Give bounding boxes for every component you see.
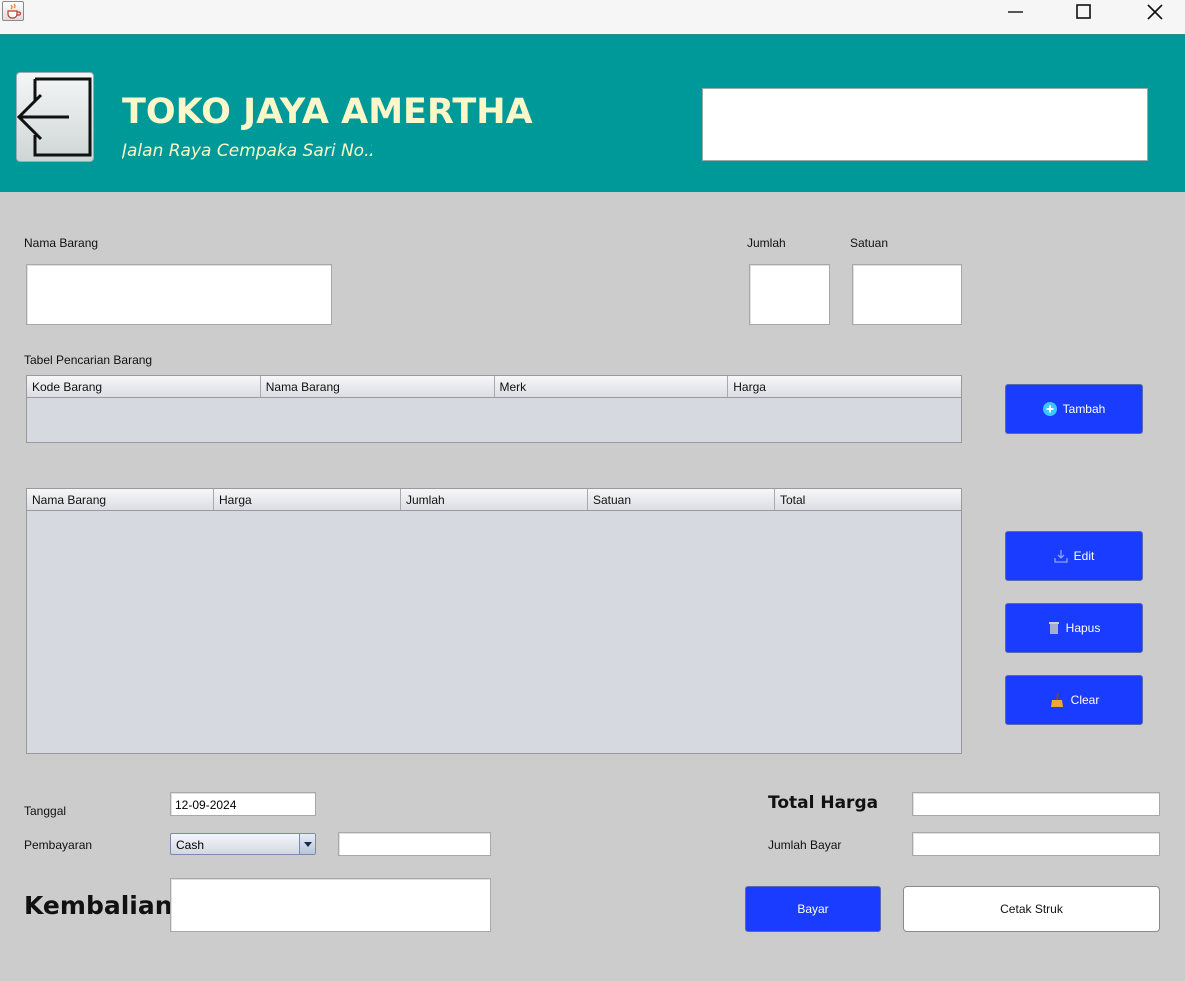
cart-table-header: Nama Barang Harga Jumlah Satuan Total: [27, 489, 961, 511]
broom-icon: [1050, 692, 1063, 707]
tanggal-label: Tanggal: [24, 804, 67, 818]
store-header: TOKO JAYA AMERTHA Jalan Raya Cempaka Sar…: [0, 34, 1185, 192]
store-name: TOKO JAYA AMERTHA: [122, 92, 533, 132]
column-header[interactable]: Satuan: [588, 489, 775, 510]
nama-barang-label: Nama Barang: [24, 236, 99, 250]
close-button[interactable]: [1132, 0, 1178, 24]
clear-button[interactable]: Clear: [1005, 675, 1143, 725]
column-header[interactable]: Kode Barang: [27, 376, 261, 397]
jumlah-bayar-label: Jumlah Bayar: [768, 838, 842, 852]
jumlah-input[interactable]: [749, 264, 830, 325]
nama-barang-input[interactable]: [26, 264, 332, 325]
cart-table[interactable]: Nama Barang Harga Jumlah Satuan Total: [26, 488, 962, 754]
satuan-label: Satuan: [850, 236, 889, 250]
kembalian-field[interactable]: [170, 878, 491, 932]
logout-arrow-icon: [16, 77, 92, 157]
logout-button[interactable]: [16, 72, 94, 162]
tanggal-input[interactable]: 12-09-2024: [170, 792, 316, 816]
clear-label: Clear: [1070, 693, 1100, 707]
column-header[interactable]: Harga: [728, 376, 961, 397]
column-header[interactable]: Jumlah: [401, 489, 588, 510]
download-icon: [1054, 550, 1068, 563]
hapus-label: Hapus: [1065, 621, 1101, 635]
search-table-header: Kode Barang Nama Barang Merk Harga: [27, 376, 961, 398]
search-table-label: Tabel Pencarian Barang: [24, 353, 153, 367]
search-table[interactable]: Kode Barang Nama Barang Merk Harga: [26, 375, 962, 443]
bayar-label: Bayar: [797, 902, 829, 916]
java-cup-icon: [2, 1, 24, 21]
pembayaran-select[interactable]: Cash: [170, 833, 316, 855]
maximize-button[interactable]: [1061, 0, 1107, 24]
edit-label: Edit: [1073, 549, 1095, 563]
jumlah-bayar-input[interactable]: [912, 832, 1160, 856]
column-header[interactable]: Harga: [214, 489, 401, 510]
kembalian-label: Kembalian: [24, 891, 173, 920]
column-header[interactable]: Nama Barang: [27, 489, 214, 510]
trash-icon: [1048, 622, 1059, 634]
edit-button[interactable]: Edit: [1005, 531, 1143, 581]
plus-circle-icon: [1042, 402, 1057, 416]
total-harga-field[interactable]: [912, 792, 1160, 816]
minimize-button[interactable]: [992, 0, 1038, 24]
hapus-button[interactable]: Hapus: [1005, 603, 1143, 653]
satuan-input[interactable]: [852, 264, 962, 325]
tambah-button[interactable]: Tambah: [1005, 384, 1143, 434]
chevron-down-icon[interactable]: [299, 834, 315, 854]
pembayaran-selected-value: Cash: [176, 838, 205, 852]
pembayaran-label: Pembayaran: [24, 838, 93, 852]
column-header[interactable]: Merk: [495, 376, 729, 397]
tambah-label: Tambah: [1062, 402, 1106, 416]
pembayaran-detail-input[interactable]: [338, 832, 491, 856]
jumlah-label: Jumlah: [747, 236, 786, 250]
header-display-field[interactable]: [702, 88, 1148, 161]
cetak-struk-label: Cetak Struk: [1000, 902, 1063, 916]
cetak-struk-button[interactable]: Cetak Struk: [903, 886, 1160, 932]
column-header[interactable]: Nama Barang: [261, 376, 495, 397]
store-address: Jalan Raya Cempaka Sari No.22: [122, 141, 372, 161]
bayar-button[interactable]: Bayar: [745, 886, 881, 932]
window-title-bar: [0, 0, 1185, 34]
total-harga-label: Total Harga: [768, 793, 879, 813]
column-header[interactable]: Total: [775, 489, 961, 510]
